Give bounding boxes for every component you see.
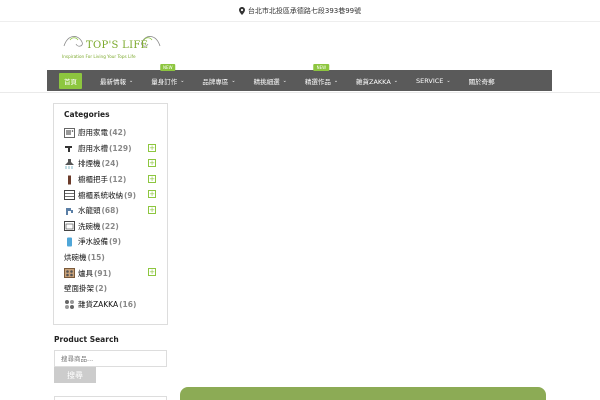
nav-item-about[interactable]: 關於奇郵 (460, 70, 504, 91)
category-count: (42) (109, 128, 127, 138)
nav-label: 精選作品 (304, 77, 331, 86)
expand-plus-icon[interactable]: + (148, 190, 156, 199)
nav-label: 量身訂作 (151, 77, 178, 86)
logo-tagline: Inspiration For Living Your Tops Life (62, 54, 136, 59)
nav-label: 精挑細選 (253, 77, 280, 86)
category-item[interactable]: 壁面掛架 (2) (64, 281, 167, 297)
category-count: (9) (109, 237, 122, 247)
category-count: (68) (101, 206, 119, 216)
category-label: 爐具 (78, 268, 93, 278)
range-hood-icon (65, 158, 74, 169)
expand-plus-icon[interactable]: + (148, 174, 156, 183)
category-label: 壁面掛架 (64, 284, 94, 294)
logo-brand: TOP'S LIFE (86, 40, 149, 51)
category-count: (2) (95, 284, 108, 294)
categories-title: Categories (64, 110, 110, 119)
nav-label: 雜貨ZAKKA (356, 77, 391, 86)
water-filter-icon (67, 237, 72, 247)
nav-label: 首頁 (59, 72, 82, 89)
category-item[interactable]: 櫥櫃把手 (12) + (64, 172, 167, 188)
category-item[interactable]: 爐具 (91) + (64, 265, 167, 281)
top-bar: 台北市北投區承德路七段393巷99號 (0, 0, 600, 22)
chevron-down-icon: ⌄ (180, 77, 185, 84)
content-banner (180, 387, 546, 400)
nav-label: 品牌專區 (202, 77, 229, 86)
nav-item-zakka[interactable]: 雜貨ZAKKA ⌄ (347, 70, 407, 91)
faucet-icon (65, 146, 72, 153)
new-badge: NEW (160, 64, 176, 71)
expand-plus-icon[interactable]: + (148, 159, 156, 168)
category-label: 廚用家電 (78, 128, 108, 138)
site-logo[interactable]: TOP'S LIFE Inspiration For Living Your T… (60, 32, 165, 62)
zakka-icon (65, 300, 74, 310)
stove-icon (64, 268, 75, 279)
category-label: 廚用水槽 (78, 143, 108, 153)
category-item[interactable]: 廚用家電 (42) (64, 125, 167, 141)
category-label: 烘碗機 (64, 253, 87, 263)
category-label: 水龍頭 (78, 206, 101, 216)
category-label: 排煙機 (78, 159, 101, 169)
tap-icon (66, 207, 73, 215)
nav-item-brands[interactable]: 品牌專區 ⌄ (193, 70, 244, 91)
category-count: (15) (87, 253, 105, 263)
category-label: 櫥櫃系統收納 (78, 190, 123, 200)
category-count: (129) (109, 143, 132, 153)
category-label: 淨水設備 (78, 237, 108, 247)
nav-item-news[interactable]: 最新情報 ⌄ (91, 70, 142, 91)
chevron-down-icon: ⌄ (333, 77, 339, 84)
chevron-down-icon: ⌄ (393, 77, 398, 84)
product-search-title: Product Search (54, 335, 119, 344)
category-item[interactable]: 櫥櫃系統收納 (9) + (64, 187, 167, 203)
handle-icon (68, 175, 71, 185)
category-count: (12) (109, 175, 127, 185)
expand-plus-icon[interactable]: + (148, 268, 156, 277)
nav-item-selection[interactable]: 精挑細選 ⌄ (245, 70, 296, 91)
category-count: (91) (94, 268, 112, 278)
category-count: (22) (101, 221, 119, 231)
chevron-down-icon: ⌄ (282, 77, 287, 84)
new-badge: NEW (313, 64, 330, 71)
nav-item-custom[interactable]: NEW 量身訂作 ⌄ (142, 64, 193, 91)
address: 台北市北投區承德路七段393巷99號 (238, 6, 362, 16)
category-item[interactable]: 雜貨ZAKKA (16) (64, 297, 167, 313)
category-label: 洗碗機 (78, 221, 101, 231)
chevron-down-icon: ⌄ (231, 77, 236, 84)
nav-label: 最新情報 (100, 77, 126, 86)
appliance-icon (64, 127, 75, 138)
category-label: 櫥櫃把手 (78, 175, 108, 185)
address-text: 台北市北投區承德路七段393巷99號 (247, 7, 362, 15)
search-button[interactable]: 搜尋 (54, 367, 96, 383)
category-item[interactable]: 淨水設備 (9) (64, 234, 167, 250)
category-item[interactable]: 水龍頭 (68) + (64, 203, 167, 219)
nav-label: SERVICE (415, 76, 444, 85)
nav-item-service[interactable]: SERVICE ⌄ (407, 70, 460, 91)
product-search-input[interactable] (54, 350, 167, 367)
nav-item-home[interactable]: 首頁 (59, 70, 82, 91)
chevron-down-icon: ⌄ (129, 77, 134, 84)
category-item[interactable]: 烘碗機 (15) (64, 250, 167, 266)
category-item[interactable]: 排煙機 (24) + (64, 156, 167, 172)
nav-item-works[interactable]: NEW 精選作品 ⌄ (296, 64, 347, 91)
dishwasher-icon (64, 221, 75, 232)
expand-plus-icon[interactable]: + (148, 143, 156, 152)
expand-plus-icon[interactable]: + (148, 205, 156, 214)
nav-label: 關於奇郵 (468, 77, 495, 86)
categories-widget: Categories 廚用家電 (42) 廚用水槽 (129) + 排煙機 (2… (53, 103, 168, 325)
category-label: 雜貨ZAKKA (78, 299, 119, 309)
cabinet-icon (64, 190, 75, 201)
category-item[interactable]: 廚用水槽 (129) + (64, 141, 167, 157)
header-divider (0, 92, 600, 93)
next-widget-box (54, 396, 167, 400)
location-pin-icon (238, 7, 245, 15)
category-item[interactable]: 洗碗機 (22) (64, 219, 167, 235)
category-count: (16) (119, 299, 137, 309)
category-count: (9) (124, 190, 137, 200)
chevron-down-icon: ⌄ (446, 77, 451, 84)
main-nav: 首頁 最新情報 ⌄ NEW 量身訂作 ⌄ 品牌專區 ⌄ 精挑細選 ⌄ NEW 精選作品 ⌄… (47, 64, 552, 91)
category-count: (24) (101, 159, 119, 169)
